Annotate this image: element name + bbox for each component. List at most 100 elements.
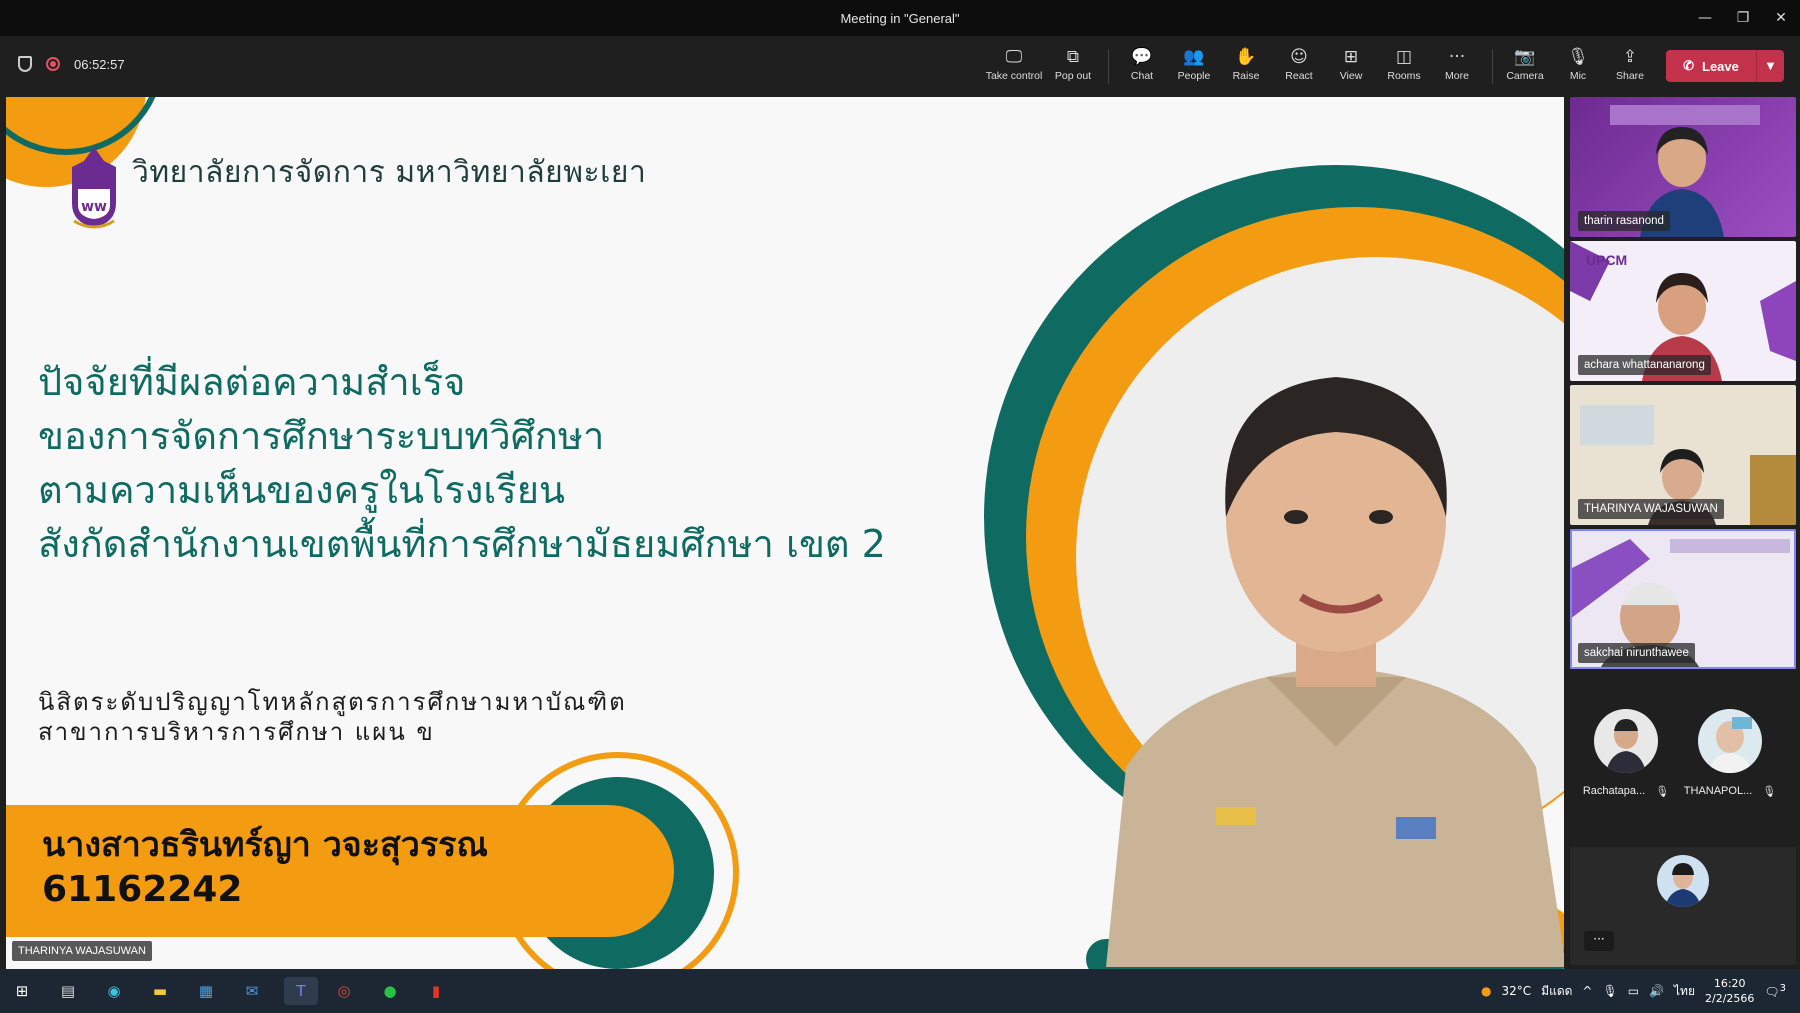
participant-tile[interactable]: tharin rasanond <box>1570 97 1796 237</box>
participant-avatar[interactable]: THANAPOL... 🎙 <box>1680 709 1780 798</box>
view-label: View <box>1339 70 1363 82</box>
more-button[interactable]: ··· More <box>1429 46 1485 90</box>
edge-browser-icon[interactable]: ◉ <box>100 977 128 1005</box>
degree-line: สาขาการบริหารการศึกษา แผน ข <box>38 718 435 746</box>
phone-hangup-icon: ✆ <box>1683 58 1695 73</box>
temperature: 32°C <box>1501 984 1532 998</box>
participant-avatar[interactable]: Rachatapa... 🎙 <box>1576 709 1676 798</box>
store-icon[interactable]: ▦ <box>192 977 220 1005</box>
close-button[interactable]: ✕ <box>1762 0 1800 36</box>
people-label: People <box>1177 70 1211 82</box>
svg-text:ww: ww <box>81 199 107 215</box>
avatar-name-row: THANAPOL... 🎙 <box>1680 785 1780 798</box>
shared-screen: ww วิทยาลัยการจัดการ มหาวิทยาลัยพะเยา ปั… <box>6 97 1564 969</box>
take-control-button[interactable]: 🖵 Take control <box>985 46 1043 90</box>
rooms-label: Rooms <box>1387 70 1421 82</box>
participants-panel: tharin rasanond UPCM achara whattananaro… <box>1566 97 1800 969</box>
leave-button[interactable]: ✆ Leave <box>1666 50 1756 82</box>
meeting-status: 06:52:57 <box>18 56 125 72</box>
shield-icon <box>18 56 32 72</box>
clock-time: 16:20 <box>1713 977 1746 990</box>
more-icon: ··· <box>1448 47 1466 67</box>
participant-tile-speaking[interactable]: sakchai nirunthawee <box>1570 529 1796 669</box>
recording-icon <box>46 57 60 71</box>
presenter-portrait <box>1106 377 1564 967</box>
line-app-icon[interactable]: ● <box>376 977 404 1005</box>
toolbar-divider <box>1108 50 1109 84</box>
university-logo: ww <box>72 147 116 229</box>
notification-count: 3 <box>1779 983 1786 994</box>
pop-out-icon: ⧉ <box>1066 47 1080 67</box>
view-icon: ⊞ <box>1343 47 1359 67</box>
avatar <box>1657 855 1709 907</box>
take-control-icon: 🖵 <box>1005 47 1023 67</box>
share-icon: ⇪ <box>1622 47 1638 67</box>
raise-hand-label: Raise <box>1232 70 1260 82</box>
react-label: React <box>1285 70 1313 82</box>
volume-icon[interactable]: 🔊 <box>1649 984 1664 998</box>
view-button[interactable]: ⊞ View <box>1323 46 1379 90</box>
task-view-icon[interactable]: ▤ <box>54 977 82 1005</box>
camera-off-icon: 📷 <box>1514 47 1536 67</box>
restore-button[interactable]: ❐ <box>1724 0 1762 36</box>
degree-info: นิสิตระดับปริญญาโทหลักสูตรการศึกษามหาบัณ… <box>38 687 627 747</box>
participant-name: achara whattananarong <box>1578 355 1711 375</box>
rooms-button[interactable]: ◫ Rooms <box>1376 46 1432 90</box>
raise-hand-button[interactable]: ✋ Raise <box>1218 46 1274 90</box>
self-view[interactable]: ··· <box>1570 847 1796 965</box>
tray-chevron-icon[interactable]: ^ <box>1582 984 1592 998</box>
pdf-reader-icon[interactable]: ▮ <box>422 977 450 1005</box>
more-label: More <box>1445 70 1469 82</box>
meeting-toolbar: 06:52:57 🖵 Take control ⧉ Pop out 💬 Chat… <box>0 36 1800 96</box>
participant-name: THARINYA WAJASUWAN <box>1578 499 1724 519</box>
thesis-title-line: ของการจัดการศึกษาระบบทวิศึกษา <box>38 414 605 458</box>
windows-taskbar: ⊞ ▤ ◉ ▬ ▦ ✉ T ◎ ● ▮ ● 32°C มีแดด ^ 🎙 ▭ 🔊… <box>0 969 1800 1013</box>
participant-name: tharin rasanond <box>1578 211 1670 231</box>
camera-button[interactable]: 📷 Camera <box>1497 46 1553 90</box>
thesis-title-line: สังกัดสำนักงานเขตพื้นที่การศึกษามัธยมศึก… <box>38 522 886 566</box>
mic-button[interactable]: 🎙 Mic <box>1550 46 1606 90</box>
participant-tile[interactable]: THARINYA WAJASUWAN <box>1570 385 1796 525</box>
chrome-icon[interactable]: ◎ <box>330 977 358 1005</box>
system-tray: ● 32°C มีแดด ^ 🎙 ▭ 🔊 ไทย 16:20 2/2/2566 … <box>1481 969 1800 1013</box>
react-button[interactable]: ☺ React <box>1271 46 1327 90</box>
thesis-title: ปัจจัยที่มีผลต่อความสำเร็จ ของการจัดการศ… <box>38 355 886 571</box>
file-explorer-icon[interactable]: ▬ <box>146 977 174 1005</box>
take-control-label: Take control <box>985 70 1043 82</box>
minimize-button[interactable]: — <box>1686 0 1724 36</box>
clock-date: 2/2/2566 <box>1704 992 1755 1005</box>
chat-button[interactable]: 💬 Chat <box>1114 46 1170 90</box>
windows-start-icon[interactable]: ⊞ <box>8 977 36 1005</box>
thesis-title-line: ปัจจัยที่มีผลต่อความสำเร็จ <box>38 360 466 404</box>
chat-icon: 💬 <box>1131 47 1153 67</box>
network-icon[interactable]: ▭ <box>1628 984 1639 998</box>
more-options-button[interactable]: ··· <box>1584 931 1614 951</box>
tray-mic-icon[interactable]: 🎙 <box>1602 984 1617 998</box>
teams-icon[interactable]: T <box>284 977 318 1005</box>
window-title: Meeting in "General" <box>840 10 960 26</box>
chevron-down-icon: ▼ <box>1766 60 1775 72</box>
mail-icon[interactable]: ✉ <box>238 977 266 1005</box>
participant-name: THANAPOL... <box>1683 785 1753 797</box>
people-icon: 👥 <box>1183 47 1205 67</box>
rooms-icon: ◫ <box>1395 47 1413 67</box>
clock[interactable]: 16:20 2/2/2566 <box>1705 976 1754 1006</box>
participant-tile[interactable]: UPCM achara whattananarong <box>1570 241 1796 381</box>
weather-text: มีแดด <box>1541 983 1573 998</box>
react-icon: ☺ <box>1290 47 1308 67</box>
svg-text:UPCM: UPCM <box>1586 252 1627 268</box>
university-name: วิทยาลัยการจัดการ มหาวิทยาลัยพะเยา <box>132 155 647 190</box>
pop-out-label: Pop out <box>1054 70 1092 82</box>
people-button[interactable]: 👥 People <box>1166 46 1222 90</box>
notification-icon[interactable]: 🗨3 <box>1764 983 1786 999</box>
raise-hand-icon: ✋ <box>1235 47 1257 67</box>
leave-dropdown-button[interactable]: ▼ <box>1756 50 1784 82</box>
thesis-title-line: ตามความเห็นของครูในโรงเรียน <box>38 468 565 512</box>
language-indicator[interactable]: ไทย <box>1674 982 1695 1001</box>
camera-label: Camera <box>1506 70 1544 82</box>
share-button[interactable]: ⇪ Share <box>1602 46 1658 90</box>
degree-line: นิสิตระดับปริญญาโทหลักสูตรการศึกษามหาบัณ… <box>38 688 627 716</box>
pop-out-button[interactable]: ⧉ Pop out <box>1045 46 1101 90</box>
chat-label: Chat <box>1130 70 1154 82</box>
share-label: Share <box>1615 70 1645 82</box>
